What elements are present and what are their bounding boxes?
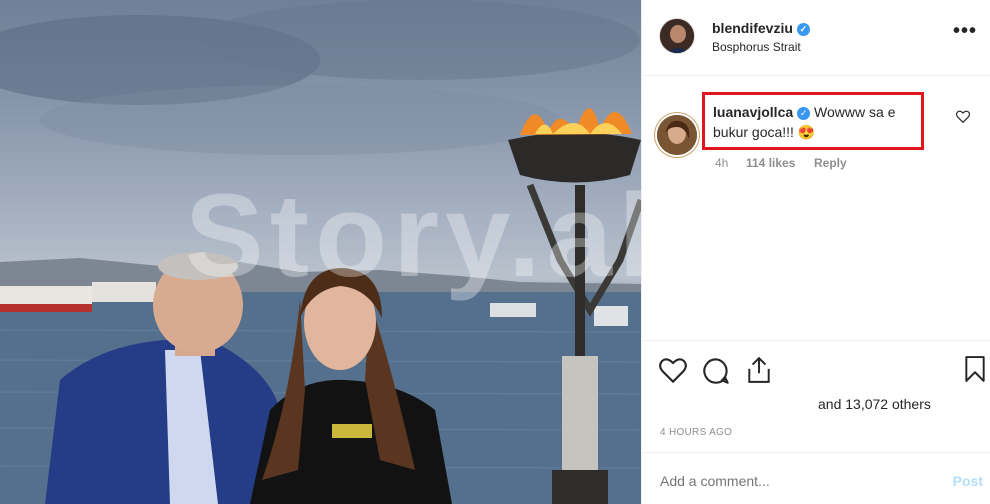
photo-scene xyxy=(0,0,641,504)
bookmark-icon[interactable] xyxy=(964,356,986,387)
comment-likes-count[interactable]: 114 likes xyxy=(746,156,795,170)
more-options-icon[interactable]: ••• xyxy=(953,20,977,43)
comment-bubble-icon[interactable] xyxy=(702,357,730,390)
likes-summary[interactable]: and 13,072 others xyxy=(818,396,931,412)
author-avatar[interactable] xyxy=(659,18,695,54)
post-comment-button[interactable]: Post xyxy=(953,473,983,489)
commenter-username[interactable]: luanavjollca xyxy=(713,104,793,120)
commenter-verified-badge-icon: ✓ xyxy=(797,107,811,120)
action-bar-divider xyxy=(642,340,990,341)
verified-badge-icon: ✓ xyxy=(796,23,810,36)
share-upload-icon[interactable] xyxy=(746,356,772,389)
post-photo[interactable]: Story.al xyxy=(0,0,641,504)
add-comment-row: Post xyxy=(642,452,990,504)
like-heart-icon[interactable] xyxy=(659,357,687,388)
comment-reply-button[interactable]: Reply xyxy=(814,156,847,170)
comment-text: luanavjollca ✓ Wowww sa e bukur goca!!! 😍 xyxy=(713,102,918,142)
post-header: blendifevziu ✓ Bosphorus Strait ••• xyxy=(642,0,990,76)
comment-age: 4h xyxy=(715,156,729,170)
commenter-avatar[interactable] xyxy=(657,115,697,155)
comment-like-heart-icon[interactable] xyxy=(956,110,970,128)
post-location[interactable]: Bosphorus Strait xyxy=(712,40,801,54)
author-username[interactable]: blendifevziu xyxy=(712,20,793,36)
post-timestamp[interactable]: 4 HOURS AGO xyxy=(660,427,732,438)
author-username-row[interactable]: blendifevziu ✓ xyxy=(712,20,810,36)
add-comment-input[interactable] xyxy=(660,473,910,489)
post-side-panel: blendifevziu ✓ Bosphorus Strait ••• luana… xyxy=(641,0,990,504)
